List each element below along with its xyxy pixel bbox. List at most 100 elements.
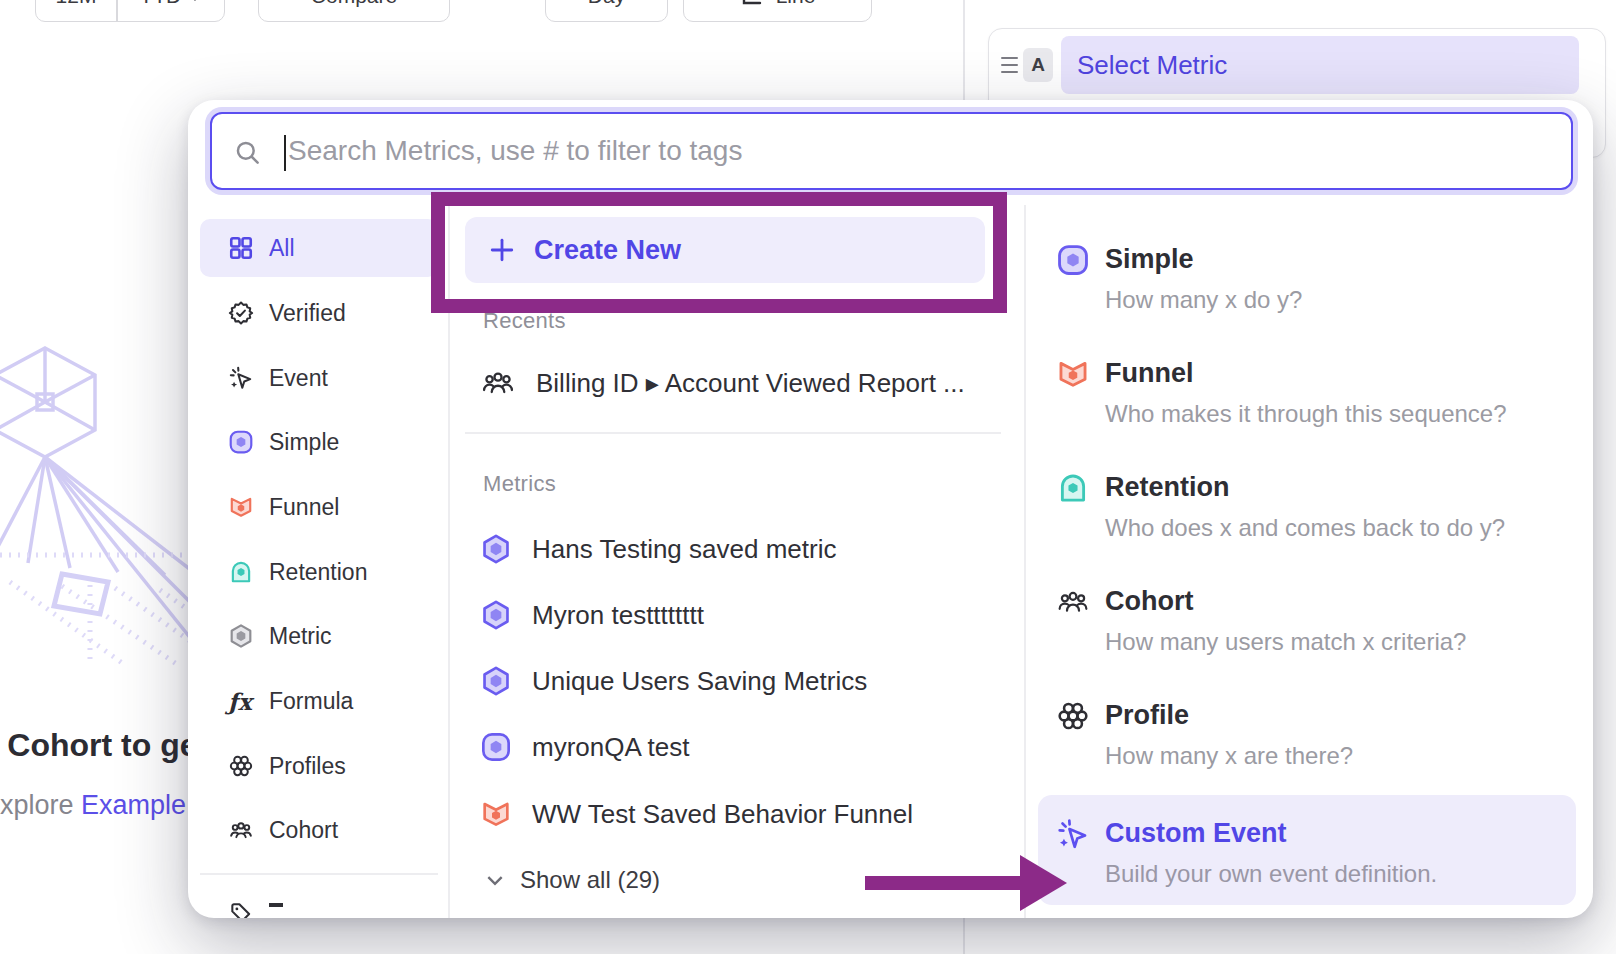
metric-item-label: WW Test Saved Behavior Funnel (532, 799, 913, 830)
retention-icon (228, 559, 254, 585)
sidebar-item-label: Retention (269, 559, 367, 586)
type-title: Cohort (1105, 586, 1193, 617)
date-range-control[interactable]: 12M YTD (35, 0, 225, 22)
metric-item-label: Hans Testing saved metric (532, 534, 836, 565)
annotation-arrow (860, 848, 1075, 918)
funnel-metric-icon (480, 798, 512, 830)
cohort-people-icon (1056, 587, 1090, 617)
sidebar-item-formula[interactable]: ƒx Formula (200, 672, 438, 730)
event-spark-icon (228, 365, 254, 391)
search-input[interactable] (288, 114, 1488, 188)
metric-item-label: Myron testttttttt (532, 600, 704, 631)
select-metric-button[interactable]: Select Metric (1061, 36, 1579, 94)
sidebar-item-label: Cohort (269, 817, 338, 844)
simple-icon (228, 429, 254, 455)
sidebar-item-label: Funnel (269, 494, 339, 521)
text-caret (284, 135, 286, 171)
recents-divider (465, 432, 1001, 434)
funnel-icon (1056, 357, 1090, 391)
sidebar-item-simple[interactable]: Simple (200, 413, 438, 471)
type-desc: Who makes it through this sequence? (1105, 400, 1507, 428)
sidebar-item-label: Formula (269, 688, 353, 715)
sidebar-item-event[interactable]: Event (200, 349, 438, 407)
range-12m-button[interactable]: 12M (36, 0, 116, 21)
sidebar-divider (200, 873, 438, 875)
sidebar-item-funnel[interactable]: Funnel (200, 478, 438, 536)
sidebar-item-all[interactable]: All (200, 219, 438, 277)
day-button[interactable]: Day (545, 0, 668, 22)
tag-icon (228, 900, 254, 918)
clipped-label (269, 903, 283, 918)
search-box[interactable] (210, 112, 1573, 190)
metric-list-item[interactable]: Unique Users Saving Metrics (480, 653, 867, 709)
formula-icon: ƒx (228, 688, 254, 715)
sidebar-item-partial[interactable] (200, 884, 438, 918)
sidebar-item-label: Verified (269, 300, 346, 327)
sidebar-item-label: Metric (269, 623, 332, 650)
chevron-down-icon (487, 875, 503, 886)
saved-metric-icon (480, 599, 512, 631)
range-ytd-button[interactable]: YTD (118, 0, 225, 21)
type-title: Custom Event (1105, 818, 1287, 849)
metrics-label: Metrics (483, 471, 556, 497)
cohort-people-icon (228, 817, 254, 843)
type-desc: How many x are there? (1105, 742, 1353, 770)
sidebar-item-label: All (269, 235, 295, 262)
profiles-cluster-icon (1056, 699, 1090, 733)
column-divider (1024, 205, 1026, 918)
metric-item-label: Unique Users Saving Metrics (532, 666, 867, 697)
show-all-button[interactable]: Show all (29) (487, 866, 660, 894)
line-chart-type-button[interactable]: Line (683, 0, 872, 22)
retention-icon (1056, 471, 1090, 505)
line-chart-icon (740, 0, 764, 8)
custom-event-highlight (1038, 795, 1576, 905)
type-title: Profile (1105, 700, 1189, 731)
simple-metric-icon (480, 731, 512, 763)
drag-handle-icon[interactable] (1001, 57, 1018, 78)
compare-label: Compare (311, 0, 397, 8)
day-label: Day (588, 0, 625, 8)
sidebar-item-label: Event (269, 365, 328, 392)
all-grid-icon (228, 235, 254, 261)
metric-list-item[interactable]: myronQA test (480, 719, 690, 775)
type-title: Simple (1105, 244, 1194, 275)
cohort-people-icon (480, 368, 516, 398)
show-all-label: Show all (29) (520, 866, 660, 894)
sidebar-item-retention[interactable]: Retention (200, 543, 438, 601)
annotation-rectangle (431, 192, 1007, 313)
custom-event-spark-icon (1056, 817, 1090, 851)
sidebar-item-cohort[interactable]: Cohort (200, 801, 438, 859)
type-desc: Build your own event definition. (1105, 860, 1437, 888)
type-desc: How many x do y? (1105, 286, 1302, 314)
metric-item-label: myronQA test (532, 732, 690, 763)
verified-badge-icon (228, 300, 254, 326)
background-explore-line: xplore Example R (0, 790, 213, 821)
search-icon (234, 139, 261, 166)
compare-button[interactable]: Compare (258, 0, 450, 22)
sidebar-item-label: Profiles (269, 753, 346, 780)
profiles-cluster-icon (228, 753, 254, 779)
recent-item[interactable]: Billing ID ▸ Account Viewed Report ... (480, 355, 965, 411)
range-12m-label: 12M (56, 0, 97, 8)
chevron-down-icon (188, 0, 202, 1)
metric-list-item[interactable]: Hans Testing saved metric (480, 521, 836, 577)
range-ytd-label: YTD (139, 0, 181, 8)
recent-item-label: Billing ID ▸ Account Viewed Report ... (536, 368, 965, 399)
metric-list-item[interactable]: Myron testttttttt (480, 587, 704, 643)
simple-icon (1056, 243, 1090, 277)
sidebar-item-label: Simple (269, 429, 339, 456)
metric-icon (228, 623, 254, 649)
sidebar-item-verified[interactable]: Verified (200, 284, 438, 342)
saved-metric-icon (480, 533, 512, 565)
funnel-icon (228, 494, 254, 520)
type-desc: How many users match x criteria? (1105, 628, 1466, 656)
type-title: Retention (1105, 472, 1230, 503)
type-desc: Who does x and comes back to do y? (1105, 514, 1505, 542)
metric-list-item[interactable]: WW Test Saved Behavior Funnel (480, 786, 913, 842)
sidebar-item-metric[interactable]: Metric (200, 607, 438, 665)
background-heading: r Cohort to ge (0, 727, 198, 764)
line-label: Line (776, 0, 816, 8)
saved-metric-icon (480, 665, 512, 697)
type-title: Funnel (1105, 358, 1194, 389)
sidebar-item-profiles[interactable]: Profiles (200, 737, 438, 795)
